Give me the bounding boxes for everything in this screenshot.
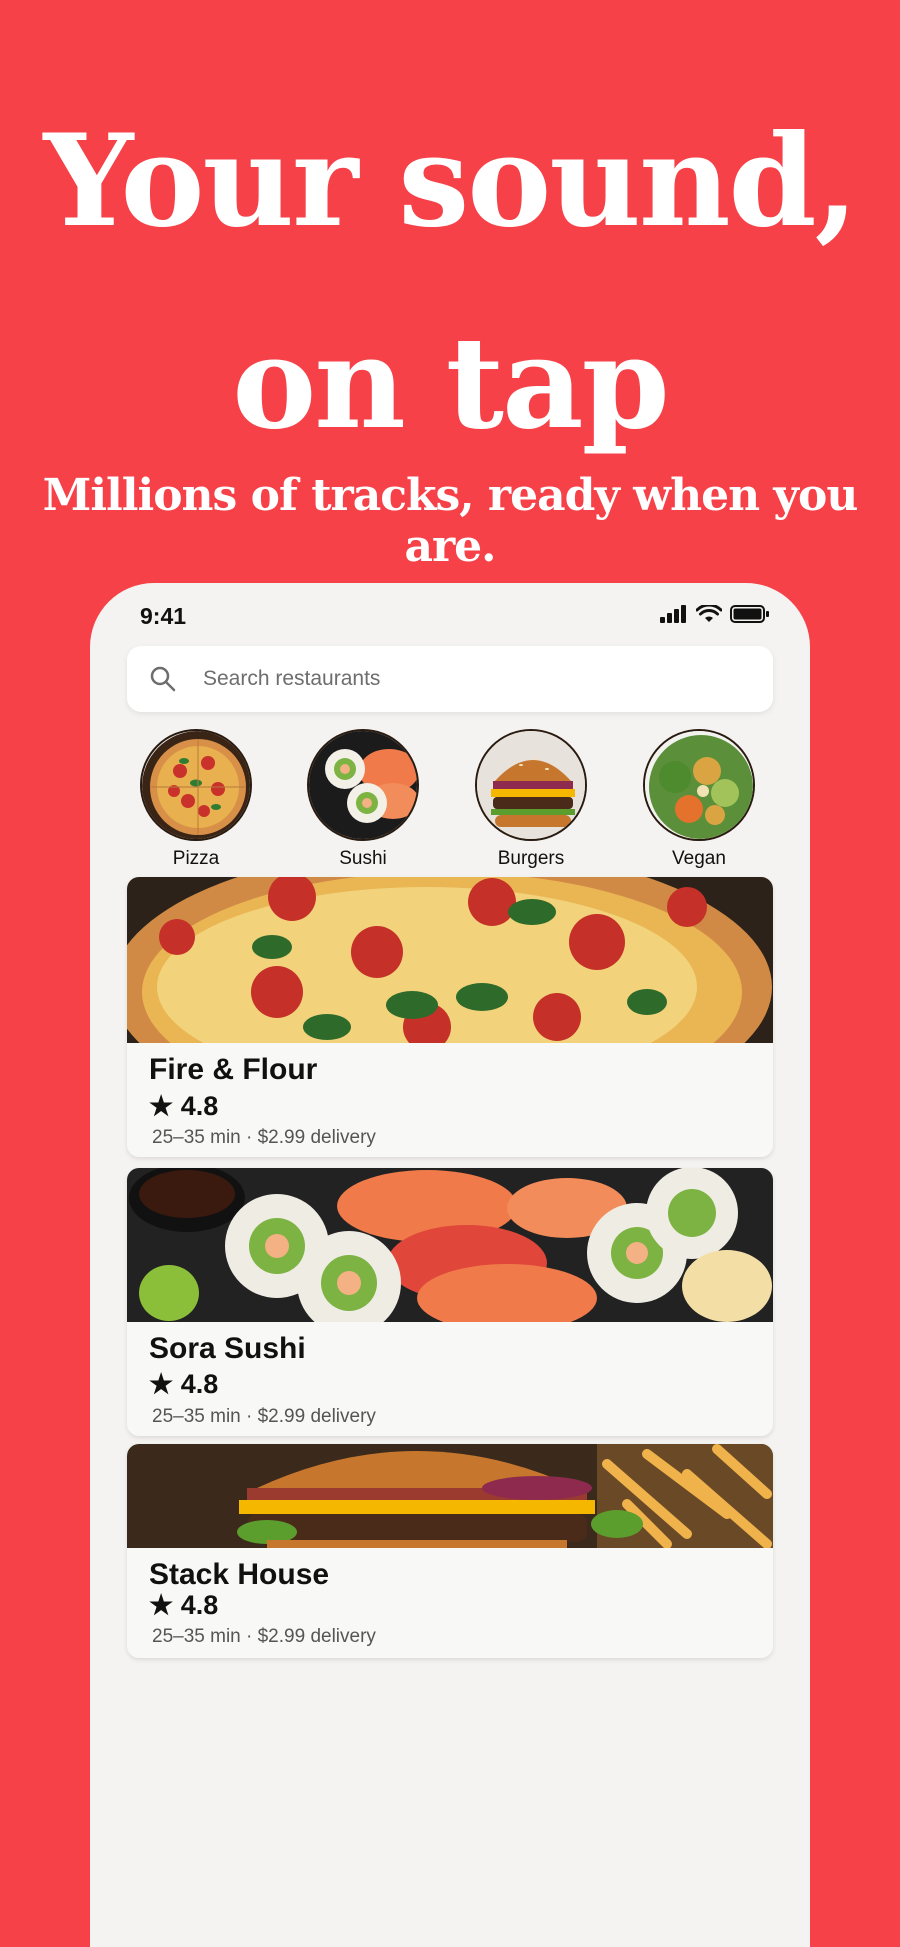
restaurant-image-sushi [127, 1168, 773, 1322]
restaurant-rating: ★ 4.8 [149, 1590, 219, 1620]
restaurant-image-pizza [127, 877, 773, 1043]
burger-image [475, 729, 587, 841]
hero-subtitle: Millions of tracks, ready when you are. [42, 470, 859, 572]
vegan-image [643, 729, 755, 841]
category-burgers[interactable]: Burgers [471, 729, 591, 870]
restaurant-name: Fire & Flour [149, 1053, 318, 1086]
sushi-image [307, 729, 419, 841]
category-label: Burgers [497, 848, 565, 869]
restaurant-meta: 25–35 min · $2.99 delivery [152, 1127, 376, 1148]
phone-mockup: 9:41 Search restaurants Pizza Sushi Burg… [90, 583, 810, 1947]
status-time: 9:41 [140, 603, 187, 629]
restaurant-image-burger [127, 1444, 773, 1548]
status-bar: 9:41 [90, 583, 810, 649]
category-sushi[interactable]: Sushi [303, 729, 423, 870]
search-input[interactable]: Search restaurants [203, 667, 380, 691]
restaurant-name: Stack House [149, 1558, 330, 1591]
category-pizza[interactable]: Pizza [136, 729, 256, 870]
search-icon [150, 666, 176, 692]
restaurant-card[interactable]: Fire & Flour ★ 4.8 25–35 min · $2.99 del… [127, 877, 773, 1157]
category-label: Pizza [172, 848, 220, 869]
restaurant-meta: 25–35 min · $2.99 delivery [152, 1406, 376, 1427]
restaurant-card[interactable]: Stack House ★ 4.8 25–35 min · $2.99 deli… [127, 1444, 773, 1658]
category-label: Sushi [339, 848, 387, 869]
hero-title-line2: on tap [232, 309, 669, 457]
battery-icon [730, 605, 769, 623]
restaurant-rating: ★ 4.8 [149, 1369, 219, 1399]
restaurant-rating: ★ 4.8 [149, 1091, 219, 1121]
hero-title: Your sound, on tap [0, 80, 900, 484]
search-bar[interactable]: Search restaurants [127, 646, 773, 712]
category-vegan[interactable]: Vegan [639, 729, 759, 870]
pizza-image [140, 729, 252, 841]
restaurant-name: Sora Sushi [149, 1332, 306, 1365]
restaurant-meta: 25–35 min · $2.99 delivery [152, 1626, 376, 1647]
status-icons [660, 605, 770, 623]
restaurant-card[interactable]: Sora Sushi ★ 4.8 25–35 min · $2.99 deliv… [127, 1168, 773, 1436]
signal-icon [660, 605, 686, 623]
category-label: Vegan [672, 848, 726, 869]
hero-title-line1: Your sound, [43, 107, 858, 255]
wifi-icon [696, 605, 722, 622]
